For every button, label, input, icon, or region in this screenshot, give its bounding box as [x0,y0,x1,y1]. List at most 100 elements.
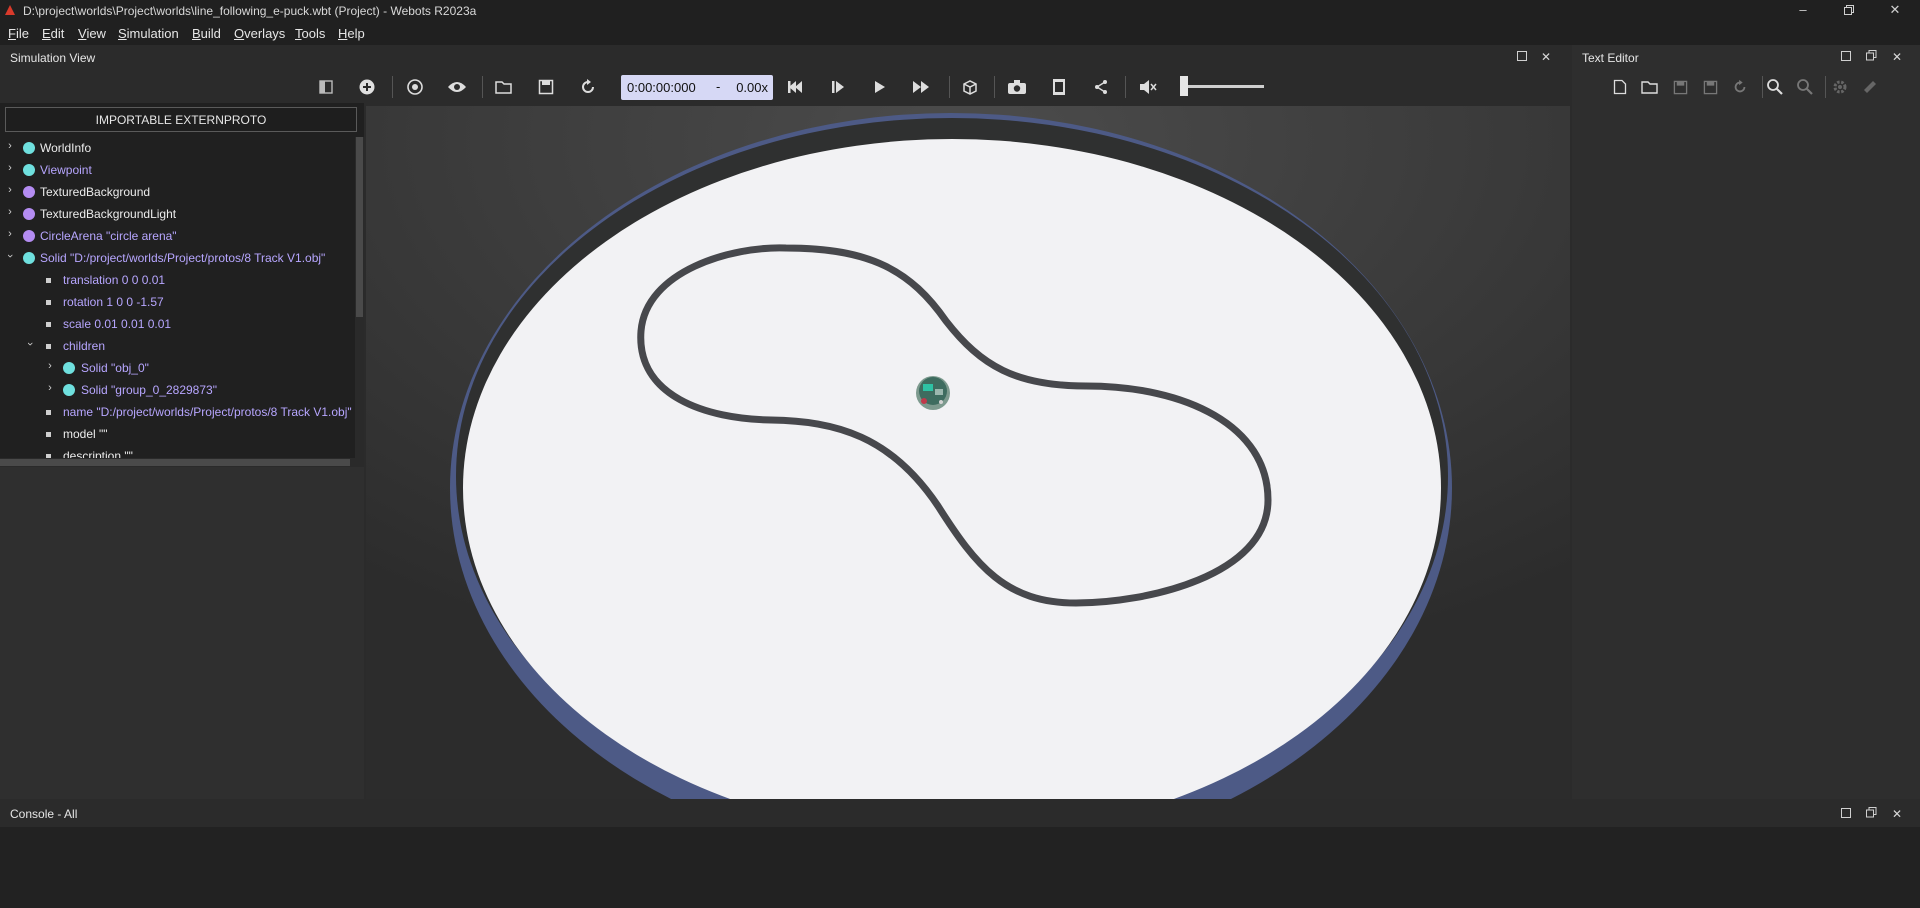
reload-world-icon[interactable] [576,75,600,99]
chevron-right-icon[interactable]: › [44,382,56,394]
movie-recording-icon[interactable] [1047,75,1071,99]
node-ball-icon [23,164,35,176]
menu-overlays[interactable]: Overlays [234,26,285,41]
chevron-right-icon[interactable]: › [4,206,16,218]
console-header: Console - All ✕ [0,801,1920,827]
menu-help[interactable]: Help [338,26,365,41]
simulation-time-display: 0:00:00:000 - 0.00x [621,75,773,100]
tree-field-description[interactable]: description "" [0,447,355,458]
menu-file[interactable]: File [8,26,29,41]
console-title: Console - All [10,807,78,821]
step-icon[interactable] [826,75,850,99]
field-bullet-icon [46,432,51,437]
volume-slider-handle[interactable] [1180,76,1188,96]
tree-node-solid-group0[interactable]: › Solid "group_0_2829873" [0,381,355,399]
tree-field-translation[interactable]: translation 0 0 0.01 [0,271,355,289]
menu-simulation[interactable]: Simulation [118,26,179,41]
new-file-icon[interactable] [1608,75,1632,99]
node-ball-icon [23,252,35,264]
menu-build[interactable]: Build [192,26,221,41]
close-dock-icon[interactable]: ✕ [1539,50,1553,64]
e-puck-robot[interactable] [916,376,950,410]
tree-node-viewpoint[interactable]: › Viewpoint [0,161,355,179]
save-file-icon[interactable] [1668,75,1692,99]
simulation-time: 0:00:00:000 [627,80,696,95]
tree-node-texturedbackgroundlight[interactable]: › TexturedBackgroundLight [0,205,355,223]
close-icon[interactable]: ✕ [1872,0,1918,22]
chevron-down-icon[interactable]: › [4,250,16,262]
open-file-icon[interactable] [1638,75,1662,99]
restore-dock-icon[interactable] [1864,807,1878,821]
float-dock-icon[interactable] [1839,50,1853,64]
chevron-right-icon[interactable]: › [4,162,16,174]
node-ball-icon [63,362,75,374]
field-editor-panel [0,467,364,799]
mute-sound-icon[interactable] [1136,75,1160,99]
eye-icon[interactable] [445,75,469,99]
save-world-icon[interactable] [534,75,558,99]
float-dock-icon[interactable] [1839,807,1853,821]
menu-view[interactable]: View [78,26,106,41]
float-dock-icon[interactable] [1515,50,1529,64]
field-bullet-icon [46,300,51,305]
chevron-right-icon[interactable]: › [4,140,16,152]
tree-field-model[interactable]: model "" [0,425,355,443]
follow-object-icon[interactable] [403,75,427,99]
find-next-icon[interactable] [1793,75,1817,99]
clean-broom-icon[interactable] [1858,75,1882,99]
reset-simulation-icon[interactable] [783,75,807,99]
field-bullet-icon [46,344,51,349]
tree-node-texturedbackground[interactable]: › TexturedBackground [0,183,355,201]
fast-forward-icon[interactable] [910,75,934,99]
find-icon[interactable] [1763,75,1787,99]
menu-edit[interactable]: Edit [42,26,64,41]
window-title: D:\project\worlds\Project\worlds\line_fo… [23,4,477,18]
open-world-icon[interactable] [492,75,516,99]
menu-tools[interactable]: Tools [295,26,325,41]
field-bullet-icon [46,322,51,327]
tree-field-scale[interactable]: scale 0.01 0.01 0.01 [0,315,355,333]
restore-dock-icon[interactable] [1864,50,1878,64]
scene-tree-horizontal-scrollbar[interactable] [0,458,364,467]
chevron-right-icon[interactable]: › [4,228,16,240]
save-all-icon[interactable] [1698,75,1722,99]
text-editor-panel [1572,45,1920,799]
close-dock-icon[interactable]: ✕ [1890,50,1904,64]
importable-externproto-button[interactable]: IMPORTABLE EXTERNPROTO [5,107,357,132]
scene-tree-vertical-scrollbar[interactable] [355,137,364,462]
simulation-speed: 0.00x [736,80,768,95]
3d-view[interactable] [366,106,1570,799]
proto-ball-icon [23,208,35,220]
chevron-right-icon[interactable]: › [4,184,16,196]
close-dock-icon[interactable]: ✕ [1890,807,1904,821]
tree-node-worldinfo[interactable]: › WorldInfo [0,139,355,157]
proto-ball-icon [23,186,35,198]
arena-scene[interactable] [366,106,1570,799]
add-node-icon[interactable] [355,75,379,99]
hide-scene-tree-icon[interactable] [314,75,338,99]
restore-icon[interactable] [1826,0,1872,22]
title-bar: D:\project\worlds\Project\worlds\line_fo… [0,0,1920,22]
view-cube-icon[interactable] [958,75,982,99]
webots-logo-icon [5,5,15,15]
field-bullet-icon [46,410,51,415]
tree-node-solid-track[interactable]: › Solid "D:/project/worlds/Project/proto… [0,249,355,267]
tree-node-circlearena[interactable]: › CircleArena "circle arena" [0,227,355,245]
revert-file-icon[interactable] [1728,75,1752,99]
console-output[interactable] [0,827,1920,908]
tree-field-name[interactable]: name "D:/project/worlds/Project/protos/8… [0,403,355,421]
minimize-icon[interactable]: – [1780,0,1826,22]
tree-field-rotation[interactable]: rotation 1 0 0 -1.57 [0,293,355,311]
share-icon[interactable] [1089,75,1113,99]
simulation-view-title: Simulation View [10,51,96,65]
chevron-right-icon[interactable]: › [44,360,56,372]
play-icon[interactable] [868,75,892,99]
screenshot-camera-icon[interactable] [1005,75,1029,99]
chevron-down-icon[interactable]: › [24,338,36,350]
node-ball-icon [63,384,75,396]
tree-node-solid-obj0[interactable]: › Solid "obj_0" [0,359,355,377]
build-gear-icon[interactable] [1828,75,1852,99]
node-ball-icon [23,142,35,154]
volume-slider[interactable] [1180,85,1264,88]
tree-field-children[interactable]: › children [0,337,355,355]
